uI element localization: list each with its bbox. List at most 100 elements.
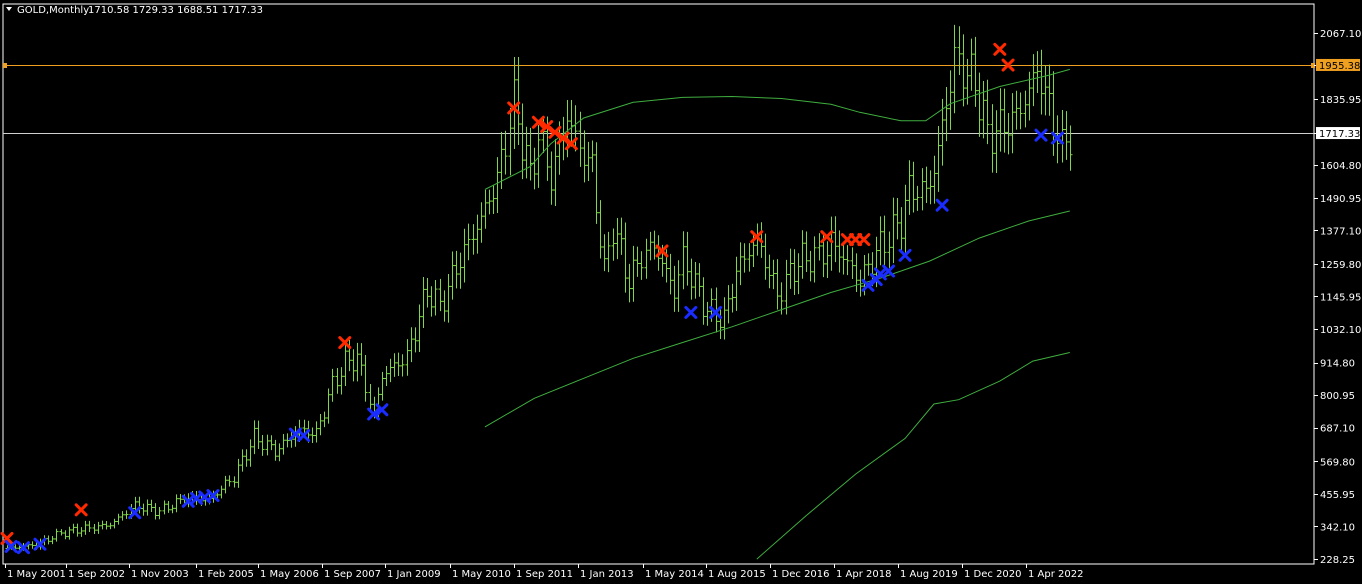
plot-frame <box>2 3 1315 565</box>
ohlc-bar <box>627 263 632 303</box>
y-axis-tick-label: 342.10 <box>1320 522 1355 533</box>
ohlc-bar <box>421 277 426 329</box>
sell-signal-marker <box>338 336 352 350</box>
y-axis-tick-label: 800.95 <box>1320 391 1355 402</box>
x-axis-tick-label: 1 Dec 2020 <box>964 569 1022 580</box>
ohlc-bar <box>845 245 850 276</box>
ohlc-bar <box>335 368 340 394</box>
ohlc-bar <box>30 541 35 549</box>
ohlc-bar <box>392 353 397 377</box>
ohlc-bar <box>911 161 916 213</box>
ohlc-bar <box>330 368 335 402</box>
ohlc-bar <box>619 217 624 255</box>
ohlc-bar <box>380 371 385 401</box>
ohlc-bar <box>689 258 694 300</box>
ohlc-bar <box>405 339 410 376</box>
ohlc-bar <box>738 242 743 286</box>
moving-average-line <box>756 352 1070 560</box>
sell-signal-marker <box>857 233 871 247</box>
ohlc-bar <box>850 247 855 279</box>
ohlc-bar <box>417 304 422 352</box>
ohlc-bar <box>475 214 480 254</box>
ohlc-bar <box>693 261 698 299</box>
moving-average-line <box>484 210 1070 428</box>
ohlc-bar <box>932 155 937 204</box>
x-axis-tick-label: 1 Sep 2007 <box>324 569 381 580</box>
ohlc-bar <box>343 340 348 387</box>
ohlc-bar <box>594 142 599 224</box>
x-axis-tick-label: 1 Nov 2003 <box>131 569 189 580</box>
ohlc-bar <box>1002 88 1007 153</box>
ohlc-bar <box>157 506 162 520</box>
ohlc-bar <box>413 327 418 353</box>
x-axis-tick-label: 1 Sep 2002 <box>68 569 125 580</box>
ohlc-bar <box>120 511 125 521</box>
sell-signal-marker <box>74 503 88 517</box>
ohlc-bar <box>606 231 611 273</box>
ohlc-bar <box>256 420 261 449</box>
ohlc-bar <box>100 520 105 530</box>
ohlc-bar <box>763 233 768 280</box>
ohlc-bar <box>549 151 554 205</box>
x-axis-tick-label: 1 Apr 2018 <box>836 569 891 580</box>
ohlc-bar <box>920 168 925 211</box>
ohlc-bar <box>59 529 64 536</box>
y-axis-tick-label: 1490.95 <box>1320 194 1361 205</box>
ohlc-bar <box>252 420 257 455</box>
ohlc-bar <box>67 526 72 540</box>
ohlc-bar <box>232 476 237 488</box>
chart-window: 2067.10 1955.38 1835.95 1717.33 1604.80 1490.… <box>0 0 1362 584</box>
ohlc-bar <box>326 388 331 424</box>
buy-signal-marker <box>709 305 723 319</box>
ohlc-bar <box>891 197 896 264</box>
ohlc-bar <box>409 327 414 363</box>
buy-signal-marker <box>297 428 311 442</box>
ohlc-bar <box>928 170 933 205</box>
ohlc-bar <box>1039 49 1044 115</box>
ohlc-bar <box>446 273 451 323</box>
ohlc-bar <box>281 433 286 455</box>
ohlc-bar <box>903 184 908 253</box>
dropdown-triangle-icon[interactable] <box>6 7 12 11</box>
y-axis-tick-label: 569.80 <box>1320 457 1355 468</box>
ohlc-bar <box>50 536 55 545</box>
ohlc-bar <box>145 499 150 516</box>
ohlc-bar <box>602 234 607 272</box>
x-axis-tick-label: 1 Jan 2013 <box>580 569 634 580</box>
ohlc-bar <box>569 99 574 147</box>
ohlc-bar <box>425 278 430 308</box>
ohlc-bar <box>236 458 241 488</box>
ohlc-bar <box>792 249 797 295</box>
ohlc-bar <box>615 217 620 260</box>
ohlc-bar <box>141 503 146 516</box>
ohlc-bar <box>590 140 595 173</box>
ohlc-bar <box>79 527 84 537</box>
ohlc-bar <box>450 251 455 300</box>
ohlc-bar <box>508 107 513 176</box>
ohlc-bar <box>1031 54 1036 107</box>
ohlc-bar <box>83 520 88 535</box>
ohlc-bar <box>639 251 644 280</box>
x-axis-tick-label: 1 May 2001 <box>7 569 66 580</box>
ohlc-bar <box>990 104 995 173</box>
price-chart[interactable]: 2067.10 1955.38 1835.95 1717.33 1604.80 1490.… <box>0 0 1362 584</box>
ohlc-bar <box>219 485 224 499</box>
level-line-handle[interactable] <box>3 63 7 68</box>
ohlc-bar <box>817 233 822 261</box>
x-axis-tick-label: 1 Sep 2011 <box>516 569 573 580</box>
ohlc-bar <box>462 228 467 283</box>
y-axis-tick-label: 1835.95 <box>1320 95 1361 106</box>
ohlc-bar <box>227 475 232 487</box>
ohlc-bar <box>936 125 941 192</box>
ohlc-bar <box>87 520 92 532</box>
ohlc-bar <box>878 216 883 266</box>
ohlc-bar <box>532 147 537 190</box>
ohlc-bar <box>907 160 912 215</box>
ohlc-bar <box>924 166 929 203</box>
ohlc-bar <box>804 231 809 273</box>
ohlc-bar <box>1023 90 1028 128</box>
ohlc-bar <box>705 301 710 326</box>
ohlc-bar <box>1068 125 1073 171</box>
ohlc-bar <box>784 259 789 315</box>
ohlc-bar <box>1010 93 1015 154</box>
